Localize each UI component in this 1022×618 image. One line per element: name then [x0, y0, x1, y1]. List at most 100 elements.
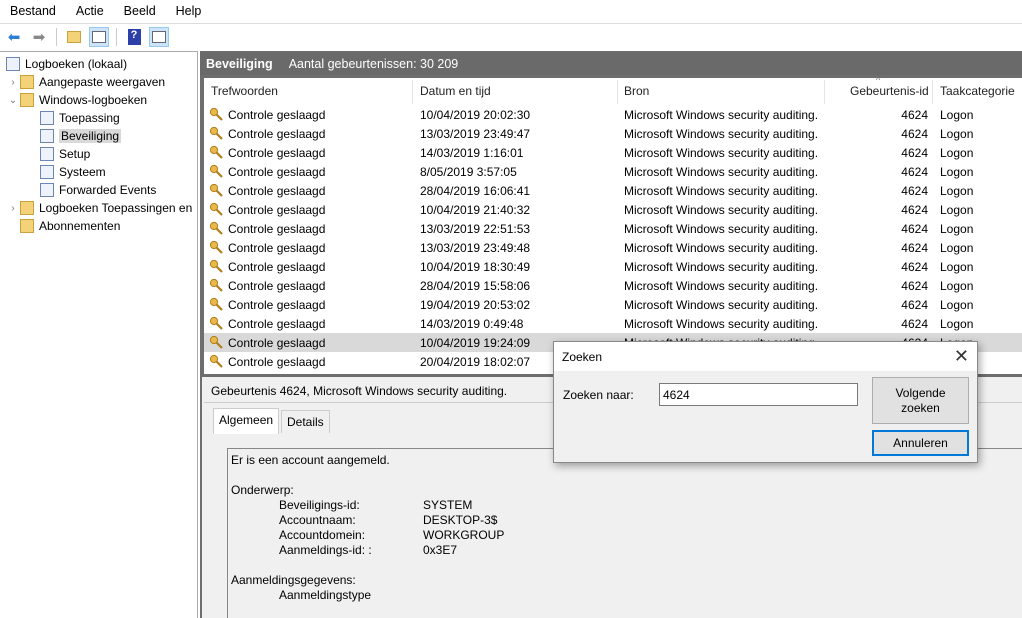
- cell-keywords: Controle geslaagd: [228, 317, 326, 331]
- column-header-trefwoorden[interactable]: Trefwoorden: [211, 84, 278, 98]
- table-row[interactable]: Controle geslaagd 28/04/2019 15:58:06 Mi…: [204, 276, 1022, 295]
- find-next-button[interactable]: Volgende zoeken: [872, 377, 969, 424]
- field-label: Accountnaam:: [279, 513, 356, 527]
- cell-date: 13/03/2019 22:51:53: [420, 222, 531, 236]
- table-row[interactable]: Controle geslaagd 13/03/2019 23:49:47 Mi…: [204, 124, 1022, 143]
- forward-arrow-icon[interactable]: ➡: [29, 27, 49, 47]
- tab-algemeen[interactable]: Algemeen: [213, 408, 280, 434]
- cell-task-category: Logon: [940, 184, 974, 198]
- tree-item-toepassing[interactable]: Toepassing: [0, 109, 197, 127]
- cell-keywords: Controle geslaagd: [228, 298, 326, 312]
- key-icon: [209, 126, 223, 140]
- menu-help[interactable]: Help: [166, 4, 212, 18]
- key-icon: [209, 164, 223, 178]
- table-row[interactable]: Controle geslaagd 10/04/2019 20:02:30 Mi…: [204, 105, 1022, 124]
- table-row[interactable]: Controle geslaagd 14/03/2019 1:16:01 Mic…: [204, 143, 1022, 162]
- table-row[interactable]: Controle geslaagd 14/03/2019 0:49:48 Mic…: [204, 314, 1022, 333]
- column-divider[interactable]: [932, 80, 933, 104]
- menu-bar: Bestand Actie Beeld Help: [0, 0, 1022, 22]
- menu-actie[interactable]: Actie: [66, 4, 114, 18]
- cell-event-id: 4624: [901, 241, 928, 255]
- cell-task-category: Logon: [940, 165, 974, 179]
- folder-up-icon[interactable]: [64, 27, 84, 47]
- search-label: Zoeken naar:: [563, 388, 634, 402]
- tree-item-forwarded-events[interactable]: Forwarded Events: [0, 181, 197, 199]
- column-divider[interactable]: [412, 80, 413, 104]
- field-value: WORKGROUP: [423, 528, 505, 542]
- chevron-right-icon[interactable]: ›: [6, 77, 20, 88]
- section-heading: Aanmeldingsgegevens:: [231, 573, 356, 587]
- folder-icon: [20, 201, 34, 215]
- event-description[interactable]: Er is een account aangemeld. Onderwerp: …: [227, 448, 1022, 618]
- log-icon: [40, 147, 54, 161]
- cell-date: 20/04/2019 18:02:07: [420, 355, 531, 369]
- tree-item-abonnementen[interactable]: Abonnementen: [0, 217, 197, 235]
- search-input[interactable]: [659, 383, 858, 406]
- cancel-button[interactable]: Annuleren: [872, 430, 969, 456]
- table-row[interactable]: Controle geslaagd 8/05/2019 3:57:05 Micr…: [204, 162, 1022, 181]
- tree-item-root[interactable]: Logboeken (lokaal): [0, 55, 197, 73]
- key-icon: [209, 259, 223, 273]
- cell-task-category: Logon: [940, 108, 974, 122]
- column-header-bron[interactable]: Bron: [624, 84, 649, 98]
- folder-icon: [20, 75, 34, 89]
- table-row[interactable]: Controle geslaagd 19/04/2019 20:53:02 Mi…: [204, 295, 1022, 314]
- find-dialog: Zoeken ✕ Zoeken naar: Volgende zoeken An…: [553, 341, 978, 463]
- column-divider[interactable]: [824, 80, 825, 104]
- cell-date: 19/04/2019 20:53:02: [420, 298, 531, 312]
- close-icon[interactable]: ✕: [954, 346, 969, 367]
- event-count: Aantal gebeurtenissen: 30 209: [288, 56, 459, 71]
- event-viewer-icon: [6, 57, 20, 71]
- chevron-down-icon[interactable]: ⌄: [6, 95, 20, 106]
- tree-item-setup[interactable]: Setup: [0, 145, 197, 163]
- cell-date: 28/04/2019 16:06:41: [420, 184, 531, 198]
- cell-date: 28/04/2019 15:58:06: [420, 279, 531, 293]
- log-icon: [40, 165, 54, 179]
- table-row[interactable]: Controle geslaagd 10/04/2019 21:40:32 Mi…: [204, 200, 1022, 219]
- cell-source: Microsoft Windows security auditing.: [624, 279, 819, 293]
- cell-keywords: Controle geslaagd: [228, 260, 326, 274]
- tree-item-aangepaste-weergaven[interactable]: › Aangepaste weergaven: [0, 73, 197, 91]
- column-divider[interactable]: [617, 80, 618, 104]
- show-hide-console-tree-icon[interactable]: [89, 26, 109, 47]
- tree-item-beveiliging[interactable]: Beveiliging: [0, 127, 197, 145]
- tree-item-label: Beveiliging: [59, 129, 122, 143]
- cell-date: 13/03/2019 23:49:48: [420, 241, 531, 255]
- tree-item-windows-logboeken[interactable]: ⌄ Windows-logboeken: [0, 91, 197, 109]
- folder-icon: [20, 219, 34, 233]
- column-header-datum[interactable]: Datum en tijd: [420, 84, 491, 98]
- menu-bestand[interactable]: Bestand: [0, 4, 66, 18]
- cell-date: 10/04/2019 18:30:49: [420, 260, 531, 274]
- tree-item-label: Toepassing: [59, 111, 120, 125]
- table-row[interactable]: Controle geslaagd 28/04/2019 16:06:41 Mi…: [204, 181, 1022, 200]
- tree-item-logboeken-toepassingen-en[interactable]: › Logboeken Toepassingen en: [0, 199, 197, 217]
- cell-event-id: 4624: [901, 298, 928, 312]
- cell-task-category: Logon: [940, 279, 974, 293]
- tree-item-label: Logboeken (lokaal): [25, 57, 128, 71]
- key-icon: [209, 202, 223, 216]
- cell-source: Microsoft Windows security auditing.: [624, 222, 819, 236]
- show-hide-action-pane-icon[interactable]: [149, 26, 169, 47]
- event-list[interactable]: Trefwoorden Datum en tijd Bron Gebeurten…: [204, 75, 1022, 374]
- field-value: DESKTOP-3$: [423, 513, 498, 527]
- toolbar-divider: [116, 27, 117, 46]
- help-icon[interactable]: ?: [124, 27, 144, 47]
- column-header-taakcategorie[interactable]: Taakcategorie: [940, 84, 1015, 98]
- cell-task-category: Logon: [940, 317, 974, 331]
- cell-source: Microsoft Windows security auditing.: [624, 127, 819, 141]
- cell-source: Microsoft Windows security auditing.: [624, 241, 819, 255]
- tree-item-systeem[interactable]: Systeem: [0, 163, 197, 181]
- cell-event-id: 4624: [901, 146, 928, 160]
- chevron-right-icon[interactable]: ›: [6, 203, 20, 214]
- column-header-gebeurtenis-id[interactable]: Gebeurtenis-id: [850, 84, 929, 98]
- menu-beeld[interactable]: Beeld: [114, 4, 166, 18]
- tab-details[interactable]: Details: [281, 410, 330, 433]
- table-row[interactable]: Controle geslaagd 10/04/2019 18:30:49 Mi…: [204, 257, 1022, 276]
- dialog-title: Zoeken: [562, 350, 603, 364]
- table-row[interactable]: Controle geslaagd 13/03/2019 22:51:53 Mi…: [204, 219, 1022, 238]
- table-row[interactable]: Controle geslaagd 13/03/2019 23:49:48 Mi…: [204, 238, 1022, 257]
- back-arrow-icon[interactable]: ⬅: [4, 27, 24, 47]
- tree-item-label: Forwarded Events: [59, 183, 157, 197]
- field-label: Aanmeldingstype: [279, 588, 372, 602]
- tree-item-label: Abonnementen: [39, 219, 121, 233]
